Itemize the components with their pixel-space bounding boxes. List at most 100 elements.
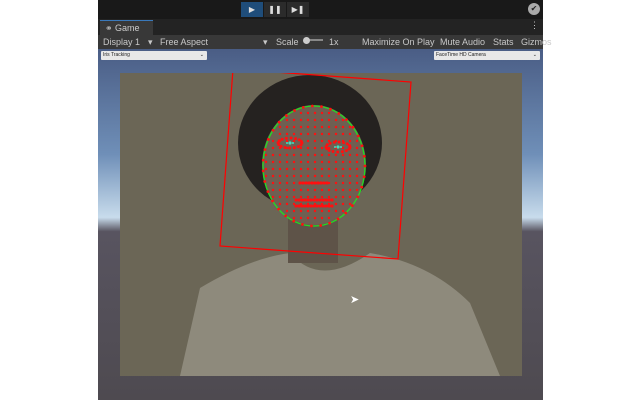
landmark-point xyxy=(266,138,270,141)
landmark-point xyxy=(306,167,310,171)
landmark-point xyxy=(277,207,280,211)
landmark-point xyxy=(348,167,352,171)
landmark-point xyxy=(313,125,317,129)
game-view: Iris Tracking ⌄ FaceTime HD Camera ⌄ ➤ xyxy=(98,49,543,400)
landmark-point xyxy=(356,134,360,138)
landmark-point xyxy=(313,139,317,143)
landmark-point xyxy=(320,105,323,109)
landmark-point xyxy=(285,174,289,178)
landmark-point xyxy=(332,140,336,144)
landmark-point xyxy=(307,181,311,185)
landmark-point xyxy=(299,160,303,164)
landmark-point xyxy=(334,195,338,199)
gamepad-icon: ⚭ xyxy=(105,23,116,33)
landmark-point xyxy=(301,105,305,109)
chevron-down-icon: ⌄ xyxy=(532,52,537,58)
landmark-point xyxy=(301,223,304,226)
landmark-point xyxy=(299,146,303,150)
landmark-point xyxy=(360,185,364,189)
landmark-point xyxy=(356,195,360,199)
account-icon[interactable]: ✔ xyxy=(528,3,540,15)
landmark-point xyxy=(313,160,317,164)
landmark-point xyxy=(285,195,289,199)
landmark-point xyxy=(278,153,282,157)
landmark-point xyxy=(300,204,304,208)
landmark-point xyxy=(348,188,352,192)
landmark-point xyxy=(341,209,345,213)
tab-game[interactable]: ⚭ Game xyxy=(100,20,153,35)
landmark-point xyxy=(320,125,324,129)
scale-label: Scale xyxy=(276,37,299,47)
landmark-point xyxy=(299,174,303,178)
landmark-point xyxy=(348,125,352,129)
landmark-point xyxy=(284,214,288,218)
landmark-point xyxy=(322,181,326,185)
landmark-point xyxy=(313,174,317,178)
landmark-point xyxy=(327,153,331,157)
landmark-point xyxy=(320,167,324,171)
landmark-point xyxy=(278,160,282,164)
landmark-point xyxy=(334,132,338,136)
landmark-point xyxy=(325,143,329,147)
landmark-point xyxy=(336,217,340,221)
landmark-point xyxy=(321,204,325,208)
landmark-point xyxy=(348,174,352,178)
landmark-point xyxy=(283,146,287,150)
landmark-point xyxy=(348,160,352,164)
landmark-point xyxy=(285,188,289,192)
landmark-point xyxy=(299,216,303,220)
landmark-point xyxy=(271,146,275,150)
maximize-on-play-toggle[interactable]: Maximize On Play xyxy=(362,35,435,49)
play-toolbar: ▶ ❚❚ ▶❚ ✔ xyxy=(98,0,543,19)
landmark-point xyxy=(344,149,348,153)
landmark-point xyxy=(334,167,338,171)
landmark-point xyxy=(321,198,325,202)
landmark-point xyxy=(292,153,296,157)
landmark-point xyxy=(313,216,317,220)
scale-slider-handle[interactable] xyxy=(303,37,310,44)
landmark-point xyxy=(292,195,296,199)
landmark-point xyxy=(306,188,310,192)
step-button[interactable]: ▶❚ xyxy=(287,2,309,17)
landmark-point xyxy=(306,111,310,115)
stats-toggle[interactable]: Stats xyxy=(493,35,514,49)
pause-button[interactable]: ❚❚ xyxy=(264,2,286,17)
landmark-point xyxy=(355,167,359,171)
landmark-point xyxy=(312,198,316,202)
landmark-point xyxy=(342,141,346,145)
landmark-point xyxy=(298,181,302,185)
landmark-point xyxy=(325,181,329,185)
landmark-point xyxy=(334,125,338,129)
landmark-point xyxy=(271,153,275,157)
landmark-point xyxy=(297,198,301,202)
landmark-point xyxy=(285,167,289,171)
landmark-point xyxy=(318,204,322,208)
play-button[interactable]: ▶ xyxy=(241,2,263,17)
aspect-dropdown[interactable]: Free Aspect xyxy=(160,35,208,49)
landmark-point xyxy=(327,204,331,208)
solution-dropdown[interactable]: Iris Tracking ⌄ xyxy=(101,51,207,60)
mute-audio-toggle[interactable]: Mute Audio xyxy=(440,35,485,49)
landmark-point xyxy=(341,195,345,199)
camera-dropdown[interactable]: FaceTime HD Camera ⌄ xyxy=(434,51,540,60)
landmark-point xyxy=(292,160,296,164)
gizmos-toggle[interactable]: Gizmos xyxy=(521,35,552,49)
landmark-point xyxy=(278,125,282,129)
landmark-point xyxy=(277,139,281,143)
landmark-point xyxy=(313,132,317,136)
landmark-point xyxy=(264,160,268,164)
landmark-point xyxy=(279,144,283,148)
landmark-point xyxy=(334,209,338,213)
landmark-point xyxy=(337,112,341,115)
landmark-point xyxy=(320,139,324,143)
landmark-point xyxy=(285,181,289,185)
landmark-point xyxy=(292,216,296,220)
tab-bar: ⚭ Game ⋮ xyxy=(98,19,543,35)
landmark-point xyxy=(306,146,310,150)
landmark-point xyxy=(334,181,338,185)
landmark-point xyxy=(294,204,298,208)
landmark-point xyxy=(327,160,331,164)
landmark-point xyxy=(294,198,298,202)
display-dropdown[interactable]: Display 1 xyxy=(103,35,140,49)
more-menu-icon[interactable]: ⋮ xyxy=(530,20,539,31)
